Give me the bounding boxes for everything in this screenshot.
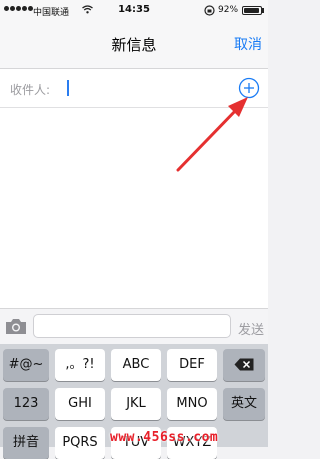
- message-input[interactable]: [33, 314, 231, 338]
- page-title: 新信息: [111, 36, 157, 54]
- message-thread-area: [0, 108, 268, 308]
- key-123[interactable]: 123: [3, 388, 49, 420]
- compose-bar: 发送: [0, 308, 268, 345]
- camera-icon[interactable]: [5, 318, 27, 335]
- add-contact-icon[interactable]: [238, 77, 260, 99]
- navigation-bar: 新信息 取消: [0, 22, 268, 69]
- battery-percent: 92%: [218, 5, 239, 15]
- key-pqrs[interactable]: PQRS: [55, 427, 105, 459]
- cancel-button[interactable]: 取消: [234, 34, 262, 54]
- key-mno[interactable]: MNO: [167, 388, 217, 420]
- delete-key[interactable]: [223, 349, 265, 381]
- key-ghi[interactable]: GHI: [55, 388, 105, 420]
- recipient-label: 收件人:: [10, 83, 51, 97]
- key-english[interactable]: 英文: [223, 388, 265, 420]
- battery-icon: [242, 6, 262, 15]
- key-punctuation[interactable]: ,。?!: [55, 349, 105, 381]
- key-symbols[interactable]: #@~: [3, 349, 49, 381]
- rotation-lock-icon: [204, 5, 215, 16]
- status-bar: 中国联通 14:35 92%: [0, 0, 268, 22]
- text-cursor: [67, 80, 69, 96]
- key-abc[interactable]: ABC: [111, 349, 161, 381]
- key-def[interactable]: DEF: [167, 349, 217, 381]
- key-pinyin[interactable]: 拼音: [3, 427, 49, 459]
- watermark: www.456ss.com: [110, 430, 219, 445]
- recipient-row: 收件人:: [0, 69, 268, 108]
- delete-icon: [234, 358, 254, 371]
- key-jkl[interactable]: JKL: [111, 388, 161, 420]
- send-button[interactable]: 发送: [238, 319, 264, 338]
- recipient-input[interactable]: [66, 77, 226, 99]
